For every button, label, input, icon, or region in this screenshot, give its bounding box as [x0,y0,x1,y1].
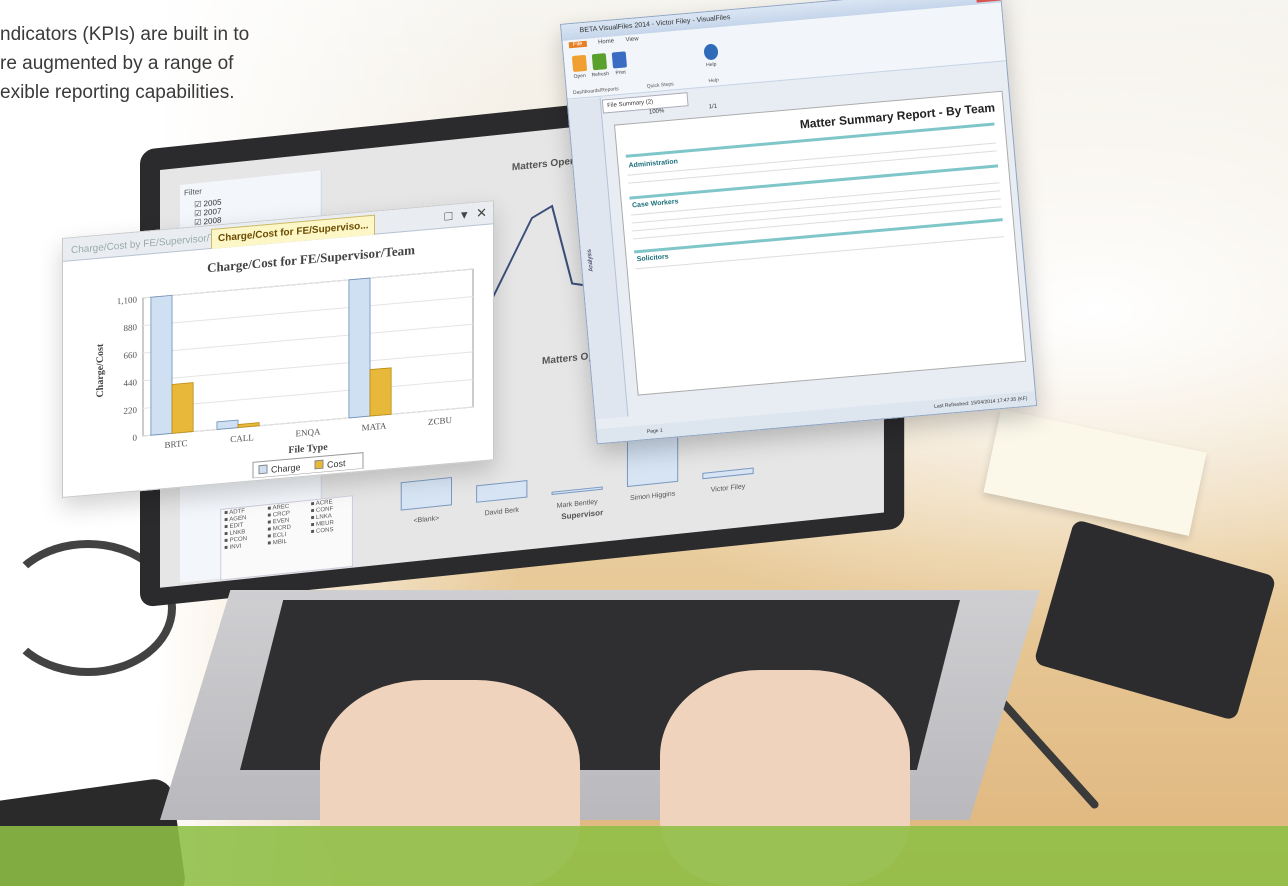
section-case-workers: Case Workers [631,198,679,210]
status-page: Page 1 [646,427,663,435]
group-dashboards: Dashboards/Reports [572,86,620,97]
legend-code: ■ INVI [224,543,242,552]
chart-title: Charge/Cost for FE/Supervisor/Team [207,242,415,275]
x-tick-label: ZCBU [428,415,452,427]
help-icon[interactable] [703,43,719,61]
section-solicitors: Solicitors [636,253,669,264]
report-row [631,190,1001,224]
supervisor-bar [400,476,452,511]
open-icon[interactable] [571,54,588,73]
report-row [628,150,997,184]
intro-line-1: ndicators (KPIs) are built in to [0,24,250,45]
tab-file[interactable]: File [568,40,587,49]
section-bar [634,218,1003,254]
y-tick-label: 440 [124,377,138,388]
section-administration: Administration [628,158,679,170]
supervisor-label: <Blank> [413,515,439,525]
zoom-level[interactable]: 100% [649,108,665,115]
y-tick-label: 660 [124,350,138,361]
legend-swatch-charge [258,464,268,475]
x-tick-label: ENQA [296,426,321,438]
report-row [632,198,1001,232]
supervisor-bar [551,486,603,495]
status-last-refreshed: Last Refreshed: 15/04/2014 17:47:35 (KF) [933,395,1028,410]
print-label: Print [615,69,627,77]
print-icon[interactable] [611,51,628,69]
y-tick-label: 0 [133,432,138,442]
supervisor-label: Victor Filey [711,483,746,494]
y-tick-label: 220 [124,405,138,416]
chart-window: Charge/Cost by FE/Supervisor/T... Charge… [62,200,494,498]
intro-text: ndicators (KPIs) are built in to re augm… [0,20,340,107]
x-tick-label: BRTC [165,438,188,450]
help-label: Help [705,61,717,69]
bar-charge [348,277,371,419]
group-help: Help [708,77,720,85]
y-axis-label: Charge/Cost [95,343,106,398]
charge-cost-chart: Charge/Cost for FE/Supervisor/Team 0 220 44… [95,242,474,479]
report-window: BETA VisualFiles 2014 - Victor Filey - V… [560,0,1038,445]
analysis-tab[interactable]: Analysis [587,249,595,272]
bar-cost [369,367,392,417]
sticky-notes [983,409,1207,536]
y-tick-label: 880 [124,322,138,333]
legend-label-cost: Cost [327,458,346,470]
dropdown-icon[interactable]: ▾ [461,207,468,223]
bar-charge [150,294,173,436]
tab-home[interactable]: Home [598,38,614,45]
bar-charge [216,419,239,430]
intro-line-3: exible reporting capabilities. [0,82,235,103]
close-icon[interactable]: ✕ [476,205,487,221]
legend-code: ■ MBIL [267,538,287,547]
intro-line-2: re augmented by a range of [0,53,234,74]
x-tick-label: MATA [362,421,387,433]
window-controls: □ ▾ ✕ [439,205,487,225]
maximize-icon[interactable]: □ [444,208,452,224]
tab-view[interactable]: View [625,36,638,43]
page-box[interactable]: 1/1 [709,104,718,111]
green-band [0,826,1288,886]
y-tick-label: 1,100 [117,294,138,306]
report-page: Matter Summary Report - By Team Administ… [613,90,1027,396]
type-legend: ■ ADTF■ AREC■ ACRE■ AGEN■ CRCP■ CONF■ ED… [220,495,353,581]
supervisor-label: Simon Higgins [630,491,676,503]
legend-swatch-cost [314,459,324,470]
bar-cost [171,382,194,434]
open-label: Open [573,72,587,80]
x-axis-label: File Type [288,442,328,456]
refresh-label: Refresh [591,70,610,79]
supervisor-bar [476,480,528,503]
supervisor-axis-label: Supervisor [561,508,603,521]
report-row [635,236,1005,270]
group-quick-steps: Quick Steps [646,81,674,90]
x-tick-label: CALL [230,432,253,444]
legend-code: ■ CONS [310,527,334,536]
supervisor-bar [702,467,754,480]
notebook [1033,518,1277,722]
supervisor-label: David Berk [485,507,520,518]
refresh-icon[interactable] [591,53,608,71]
background-scene: ndicators (KPIs) are built in to re augm… [0,0,1288,886]
